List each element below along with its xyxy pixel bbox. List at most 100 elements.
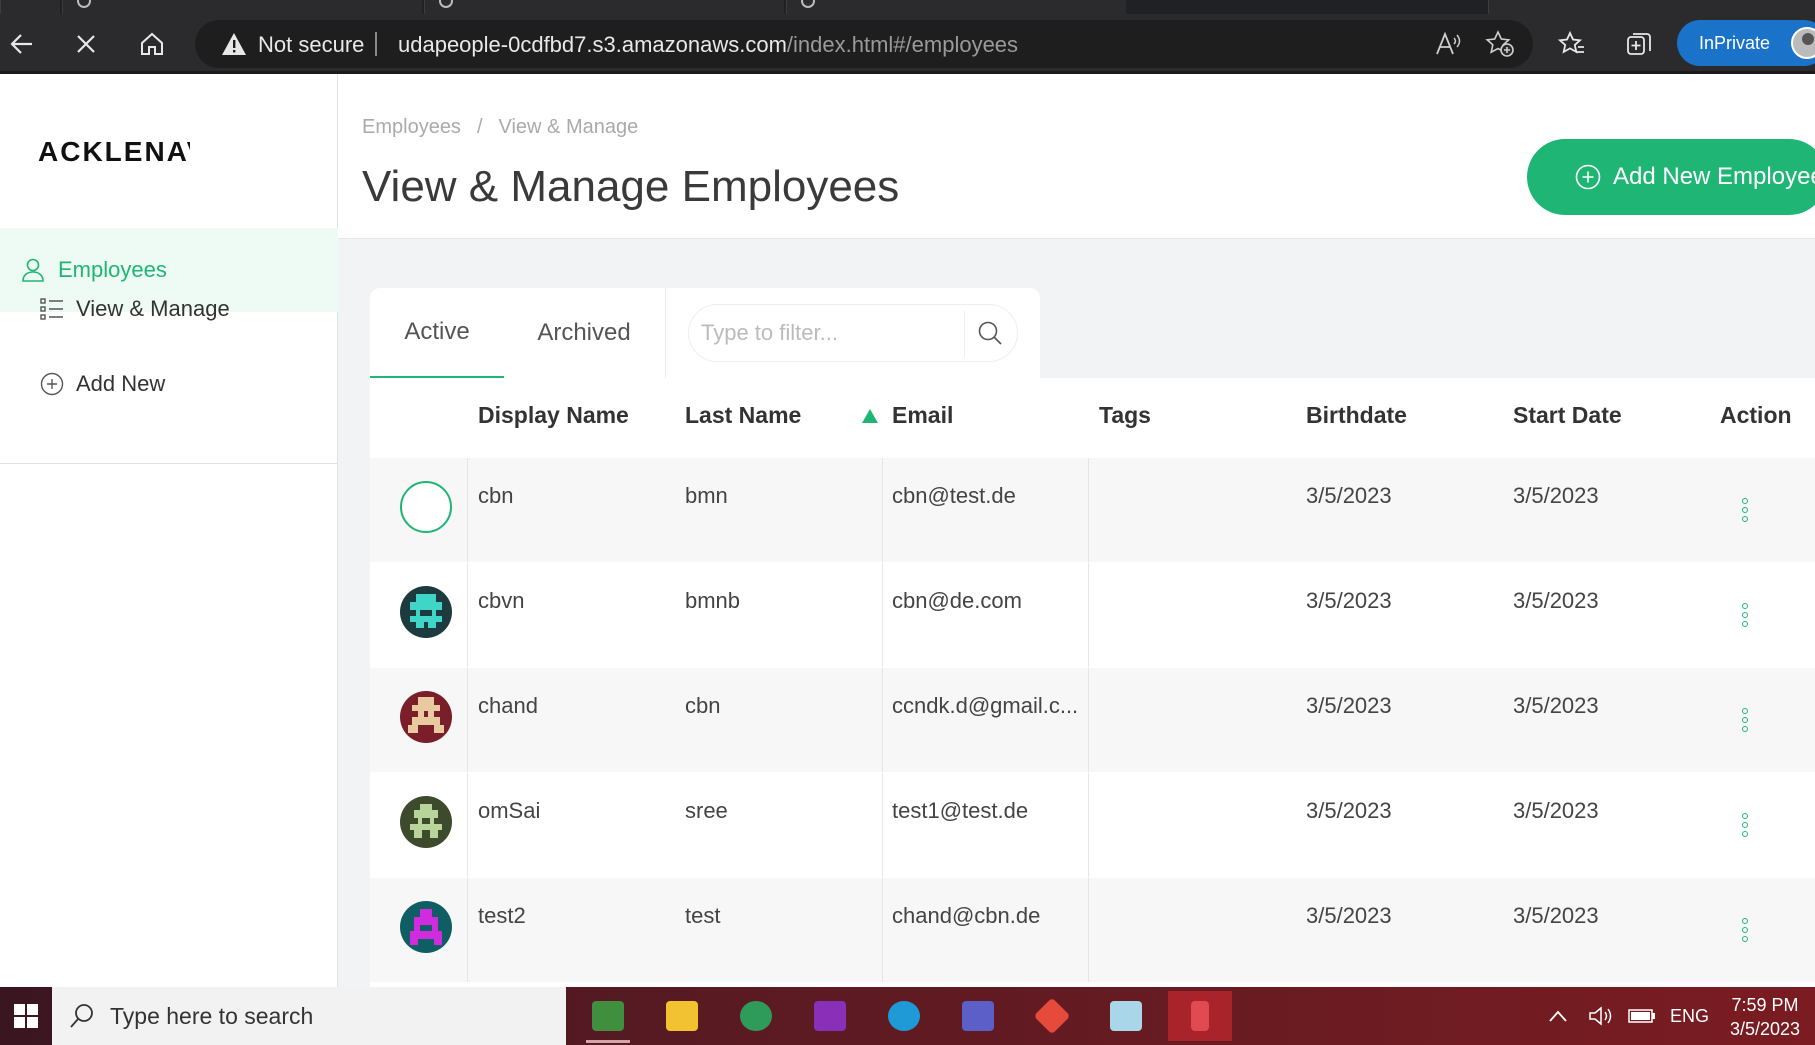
browser-tab[interactable] [424, 0, 784, 14]
cell-divider [882, 563, 883, 667]
cell-divider [1088, 668, 1089, 772]
table-row[interactable]: test2 test chand@cbn.de 3/5/2023 3/5/202… [370, 878, 1815, 982]
plus-circle-icon [1575, 164, 1601, 190]
taskbar-app-edge[interactable] [872, 991, 936, 1041]
taskbar-app-snipping-tool[interactable] [1168, 991, 1232, 1041]
taskbar: Type here to search ENG 7:59 PM 3/5/2023 [0, 987, 1815, 1045]
tab-favicon-icon [77, 0, 91, 8]
url-divider [375, 32, 377, 56]
display-name-cell: cbn [478, 483, 514, 508]
add-new-employee-label: Add New Employee [1613, 163, 1815, 190]
language-indicator[interactable]: ENG [1670, 987, 1709, 1045]
last-name-cell: test [685, 903, 721, 928]
cell-divider [1088, 773, 1089, 877]
tab-favicon-icon [801, 0, 815, 8]
last-name-cell: bmn [685, 483, 728, 508]
row-actions-menu-icon[interactable] [1740, 813, 1750, 841]
display-name-cell: test2 [478, 903, 526, 928]
search-icon[interactable] [977, 320, 1003, 351]
avatar-cell [370, 878, 468, 982]
column-header-birthdate[interactable]: Birthdate [1306, 402, 1407, 429]
sort-ascending-icon [862, 409, 878, 423]
cell-divider [1088, 878, 1089, 982]
home-button[interactable] [134, 26, 170, 62]
avatar-cell [370, 458, 468, 562]
email-cell: ccndk.d@gmail.c... [892, 693, 1079, 718]
column-header-last-name[interactable]: Last Name [685, 402, 801, 429]
column-header-action: Action [1720, 402, 1792, 428]
favorites-icon[interactable] [1558, 30, 1586, 58]
taskbar-clock[interactable]: 7:59 PM 3/5/2023 [1715, 993, 1815, 1041]
tab-active[interactable]: Active [370, 288, 504, 378]
teams-icon [962, 1001, 994, 1031]
collections-icon[interactable] [1625, 30, 1653, 58]
row-actions-menu-icon[interactable] [1740, 918, 1750, 946]
volume-button[interactable] [1588, 987, 1614, 1045]
display-name-cell: chand [478, 693, 538, 718]
stop-loading-button[interactable] [68, 26, 104, 62]
browser-tab[interactable] [786, 0, 1126, 14]
breadcrumb-item[interactable]: View & Manage [499, 116, 639, 138]
cell-divider [882, 458, 883, 562]
taskbar-app-browser[interactable] [724, 991, 788, 1041]
speaker-icon [1589, 1006, 1612, 1026]
email-cell: cbn@de.com [892, 588, 1022, 613]
birthdate-cell: 3/5/2023 [1306, 588, 1392, 613]
tab-archived[interactable]: Archived [504, 288, 664, 378]
row-actions-menu-icon[interactable] [1740, 708, 1750, 736]
column-header-email[interactable]: Email [892, 402, 953, 429]
column-header-display-name[interactable]: Display Name [478, 402, 629, 429]
table-row[interactable]: cbn bmn cbn@test.de 3/5/2023 3/5/2023 [370, 458, 1815, 562]
add-new-employee-button[interactable]: Add New Employee [1527, 139, 1815, 215]
clock-time: 7:59 PM [1731, 995, 1799, 1015]
start-button[interactable] [0, 987, 52, 1045]
taskbar-app-editor[interactable] [1094, 991, 1158, 1041]
column-header-start-date[interactable]: Start Date [1513, 402, 1622, 429]
start-date-cell: 3/5/2023 [1513, 588, 1599, 613]
breadcrumb-item[interactable]: Employees [362, 116, 461, 138]
start-date-cell: 3/5/2023 [1513, 483, 1599, 508]
taskbar-app-onenote[interactable] [798, 991, 862, 1041]
row-actions-menu-icon[interactable] [1740, 603, 1750, 631]
show-hidden-icons-button[interactable] [1548, 987, 1568, 1045]
add-favorite-icon[interactable] [1485, 30, 1515, 58]
git-icon [1033, 997, 1071, 1035]
browser-tab[interactable] [62, 0, 422, 14]
url-text[interactable]: udapeople-0cdfbd7.s3.amazonaws.com/index… [398, 32, 1018, 58]
filter-divider [964, 311, 965, 357]
sidebar-item-label: View & Manage [76, 296, 230, 321]
inprivate-button[interactable]: InPrivate [1677, 20, 1815, 66]
back-button[interactable] [4, 26, 40, 62]
avatar [400, 586, 452, 638]
display-name-cell: cbvn [478, 588, 525, 613]
table-row[interactable]: omSai sree test1@test.de 3/5/2023 3/5/20… [370, 773, 1815, 877]
table-row[interactable]: chand cbn ccndk.d@gmail.c... 3/5/2023 3/… [370, 668, 1815, 772]
avatar-cell [370, 773, 468, 877]
birthdate-cell: 3/5/2023 [1306, 693, 1392, 718]
breadcrumb: Employees / View & Manage [362, 116, 638, 139]
read-aloud-icon[interactable] [1435, 32, 1461, 56]
browser-tab[interactable] [1488, 0, 1815, 14]
last-name-cell: cbn [685, 693, 721, 718]
taskbar-app-git[interactable] [1020, 991, 1084, 1041]
folder-icon [666, 1001, 698, 1031]
avatar [400, 796, 452, 848]
filter-input[interactable] [701, 317, 961, 349]
company-logo[interactable]: ACKLENAVENUE [38, 136, 190, 168]
taskbar-app-notepad[interactable] [576, 991, 640, 1043]
snipping-tool-icon [1191, 1001, 1209, 1031]
table-row[interactable]: cbvn bmnb cbn@de.com 3/5/2023 3/5/2023 [370, 563, 1815, 667]
edge-icon [888, 1001, 920, 1031]
address-bar[interactable]: Not secure udapeople-0cdfbd7.s3.amazonaw… [195, 20, 1533, 68]
row-actions-menu-icon[interactable] [1740, 498, 1750, 526]
taskbar-search[interactable]: Type here to search [52, 987, 566, 1045]
battery-button[interactable] [1628, 987, 1656, 1045]
column-header-tags[interactable]: Tags [1099, 402, 1151, 429]
security-label[interactable]: Not secure [258, 32, 364, 58]
taskbar-app-teams[interactable] [946, 991, 1010, 1041]
taskbar-app-file-explorer[interactable] [650, 991, 714, 1041]
sidebar-item-add-new[interactable]: Add New [0, 342, 338, 426]
tabs-panel: Active Archived [370, 288, 1040, 378]
sidebar-item-view-manage[interactable]: View & Manage [0, 267, 338, 351]
browser-tab[interactable] [0, 0, 60, 14]
